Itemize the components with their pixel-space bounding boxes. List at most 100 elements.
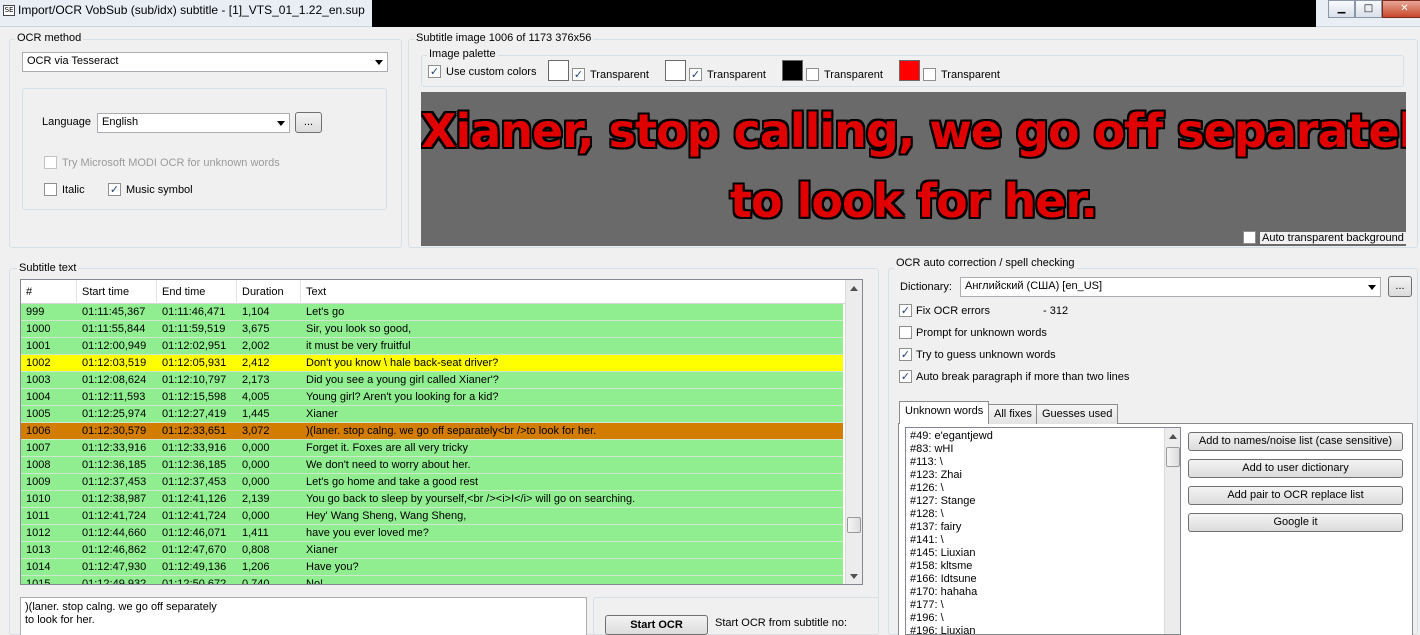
add-to-user-dictionary-button[interactable]: Add to user dictionary <box>1188 459 1403 478</box>
table-row[interactable]: 1012 01:12:44,660 01:12:46,071 1,411 have yo… <box>21 525 843 542</box>
table-cell-num: 1006 <box>26 425 51 437</box>
subtitle-image-line-2: to look for her. <box>729 174 1098 228</box>
table-row[interactable]: 1001 01:12:00,949 01:12:02,951 2,002 it must… <box>21 338 843 355</box>
table-row[interactable]: 1014 01:12:47,930 01:12:49,136 1,206 Have yo… <box>21 559 843 576</box>
table-row[interactable]: 1013 01:12:46,862 01:12:47,670 0,808 Xianer <box>21 542 843 559</box>
list-item[interactable]: #113: \ <box>906 456 1180 469</box>
google-it-button[interactable]: Google it <box>1188 513 1403 532</box>
scroll-down-icon[interactable] <box>850 574 858 579</box>
title-bar-dark-region <box>372 0 1316 27</box>
list-item[interactable]: #137: fairy <box>906 521 1180 534</box>
use-custom-colors-checkbox[interactable]: ✓ <box>428 65 441 78</box>
list-item[interactable]: #141: \ <box>906 534 1180 547</box>
table-cell-text: have you ever loved me? <box>306 527 429 539</box>
table-row[interactable]: 1010 01:12:38,987 01:12:41,126 2,139 You go … <box>21 491 843 508</box>
table-row[interactable]: 1003 01:12:08,624 01:12:10,797 2,173 Did you… <box>21 372 843 389</box>
list-item[interactable]: #128: \ <box>906 508 1180 521</box>
prompt-unknown-checkbox[interactable] <box>899 326 912 339</box>
dictionary-select[interactable]: Английский (США) [en_US] <box>960 277 1381 297</box>
table-row[interactable]: 1002 01:12:03,519 01:12:05,931 2,412 Don't y… <box>21 355 843 372</box>
palette-checkbox-1[interactable]: ✓ <box>572 68 585 81</box>
auto-break-label: Auto break paragraph if more than two li… <box>916 371 1130 383</box>
auto-transparent-checkbox[interactable] <box>1243 231 1256 244</box>
list-item[interactable]: #49: e'egantjewd <box>906 430 1180 443</box>
table-cell-start: 01:12:30,579 <box>82 425 147 437</box>
tab-all-fixes[interactable]: All fixes <box>988 404 1038 424</box>
table-row[interactable]: 1015 01:12:49,932 01:12:50,672 0,740 No! <box>21 576 843 585</box>
language-browse-button[interactable]: ... <box>295 112 322 133</box>
table-cell-dur: 3,072 <box>242 425 270 437</box>
scroll-thumb[interactable] <box>1166 447 1180 467</box>
table-row[interactable]: 999 01:11:45,367 01:11:46,471 1,104 Let's go <box>21 304 843 321</box>
scroll-up-icon[interactable] <box>1169 434 1177 439</box>
table-row[interactable]: 1008 01:12:36,185 01:12:36,185 0,000 We don'… <box>21 457 843 474</box>
tab-guesses-used[interactable]: Guesses used <box>1036 404 1119 424</box>
table-cell-start: 01:12:49,932 <box>82 578 147 585</box>
table-row[interactable]: 1005 01:12:25,974 01:12:27,419 1,445 Xianer <box>21 406 843 423</box>
close-icon[interactable]: ✕ <box>1382 0 1420 18</box>
table-row[interactable]: 1011 01:12:41,724 01:12:41,724 0,000 Hey' Wa… <box>21 508 843 525</box>
add-ocr-replace-pair-button[interactable]: Add pair to OCR replace list <box>1188 486 1403 505</box>
palette-swatch-1[interactable] <box>548 60 569 81</box>
list-item[interactable]: #177: \ <box>906 599 1180 612</box>
guess-unknown-checkbox[interactable]: ✓ <box>899 348 912 361</box>
list-item[interactable]: #145: Liuxian <box>906 547 1180 560</box>
list-item[interactable]: #83: wHI <box>906 443 1180 456</box>
list-item[interactable]: #196: \ <box>906 612 1180 625</box>
list-item[interactable]: #158: kltsme <box>906 560 1180 573</box>
table-row[interactable]: 1000 01:11:55,844 01:11:59,519 3,675 Sir, yo… <box>21 321 843 338</box>
subtitle-edit-textbox[interactable]: )(laner. stop calng. we go off separatel… <box>20 597 587 635</box>
palette-swatch-2[interactable] <box>665 60 686 81</box>
column-header-end-time[interactable]: End time <box>157 280 237 304</box>
list-item[interactable]: #170: hahaha <box>906 586 1180 599</box>
palette-checkbox-2[interactable]: ✓ <box>689 68 702 81</box>
fix-ocr-errors-checkbox[interactable]: ✓ <box>899 304 912 317</box>
column-header-number[interactable]: # <box>21 280 77 304</box>
table-cell-dur: 2,173 <box>242 374 270 386</box>
subtitle-image-label: Subtitle image 1006 of 1173 376x56 <box>414 32 594 44</box>
table-row[interactable]: 1007 01:12:33,916 01:12:33,916 0,000 Forget … <box>21 440 843 457</box>
table-cell-dur: 0,000 <box>242 459 270 471</box>
table-scrollbar[interactable] <box>845 280 862 584</box>
table-cell-num: 1011 <box>26 510 50 522</box>
start-ocr-button[interactable]: Start OCR <box>605 615 708 635</box>
table-cell-num: 999 <box>26 306 45 318</box>
palette-swatch-3[interactable] <box>782 60 803 81</box>
palette-checkbox-4[interactable] <box>923 68 936 81</box>
table-cell-start: 01:12:47,930 <box>82 561 147 573</box>
auto-break-checkbox[interactable]: ✓ <box>899 370 912 383</box>
list-item[interactable]: #126: \ <box>906 482 1180 495</box>
table-row[interactable]: 1006 01:12:30,579 01:12:33,651 3,072)(laner… <box>21 423 843 440</box>
scroll-thumb[interactable] <box>847 517 861 533</box>
modi-checkbox[interactable] <box>44 156 57 169</box>
table-cell-end: 01:12:27,419 <box>162 408 227 420</box>
list-item[interactable]: #166: Idtsune <box>906 573 1180 586</box>
table-cell-start: 01:12:11,593 <box>82 391 146 403</box>
table-row[interactable]: 1004 01:12:11,593 01:12:15,598 4,005 Young g… <box>21 389 843 406</box>
dictionary-browse-button[interactable]: ... <box>1388 276 1412 297</box>
palette-swatch-4[interactable] <box>899 60 920 81</box>
palette-checkbox-3[interactable] <box>806 68 819 81</box>
list-item[interactable]: #123: Zhai <box>906 469 1180 482</box>
table-row[interactable]: 1009 01:12:37,453 01:12:37,453 0,000 Let's g… <box>21 474 843 491</box>
music-symbol-checkbox[interactable]: ✓ <box>108 183 121 196</box>
tab-unknown-words[interactable]: Unknown words <box>899 401 990 424</box>
language-select[interactable]: English <box>97 113 290 133</box>
scroll-up-icon[interactable] <box>850 286 858 291</box>
auto-transparent-label: Auto transparent background <box>1260 232 1406 244</box>
add-to-names-button[interactable]: Add to names/noise list (case sensitive) <box>1188 432 1403 451</box>
italic-checkbox[interactable] <box>44 183 57 196</box>
table-cell-start: 01:11:55,844 <box>82 323 146 335</box>
ocr-correction-label: OCR auto correction / spell checking <box>894 257 1077 269</box>
words-scrollbar[interactable] <box>1164 428 1180 634</box>
table-cell-dur: 2,412 <box>242 357 270 369</box>
column-header-text[interactable]: Text <box>301 280 845 304</box>
minimize-icon[interactable]: ▁ <box>1328 0 1355 18</box>
column-header-start-time[interactable]: Start time <box>77 280 157 304</box>
ocr-method-select[interactable]: OCR via Tesseract <box>22 52 388 72</box>
list-item[interactable]: #127: Stange <box>906 495 1180 508</box>
maximize-icon[interactable]: □ <box>1355 0 1382 18</box>
column-header-duration[interactable]: Duration <box>237 280 301 304</box>
table-cell-text: Let's go home and take a good rest <box>306 476 479 488</box>
list-item[interactable]: #196: Liuxian <box>906 625 1180 634</box>
